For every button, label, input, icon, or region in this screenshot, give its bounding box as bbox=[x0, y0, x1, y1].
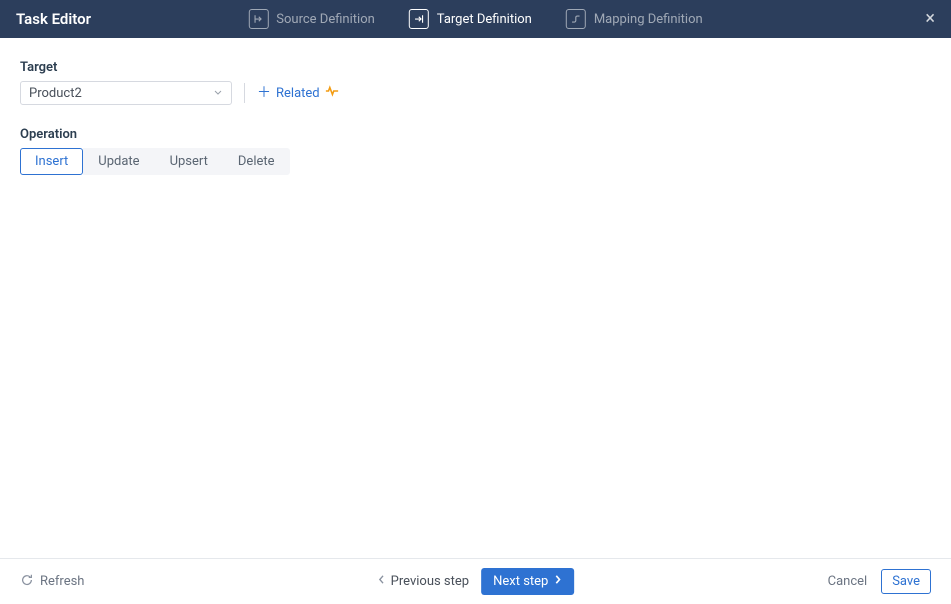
footer-center: Previous step Next step bbox=[377, 568, 575, 595]
previous-step-label: Previous step bbox=[391, 574, 469, 589]
target-icon bbox=[409, 9, 429, 29]
content-area: Target Product2 ＋ Related Operation Inse… bbox=[0, 38, 951, 197]
header-tabs: Source Definition Target Definition Mapp… bbox=[248, 9, 702, 29]
tab-target-definition[interactable]: Target Definition bbox=[409, 9, 532, 29]
next-step-button[interactable]: Next step bbox=[481, 568, 574, 595]
footer-bar: Refresh Previous step Next step Cancel S… bbox=[0, 558, 951, 604]
operation-upsert[interactable]: Upsert bbox=[155, 148, 223, 175]
mapping-icon bbox=[566, 9, 586, 29]
app-title: Task Editor bbox=[16, 10, 91, 28]
operation-delete[interactable]: Delete bbox=[223, 148, 290, 175]
divider bbox=[244, 83, 245, 103]
tab-label: Mapping Definition bbox=[594, 12, 703, 27]
source-icon bbox=[248, 9, 268, 29]
chevron-down-icon bbox=[213, 86, 223, 101]
tab-source-definition[interactable]: Source Definition bbox=[248, 9, 374, 29]
target-field-group: Target Product2 ＋ Related bbox=[20, 60, 931, 105]
footer-right: Cancel Save bbox=[828, 569, 931, 594]
operation-update[interactable]: Update bbox=[83, 148, 154, 175]
refresh-button[interactable]: Refresh bbox=[20, 573, 84, 591]
target-label: Target bbox=[20, 60, 931, 75]
next-step-label: Next step bbox=[493, 574, 548, 589]
previous-step-button[interactable]: Previous step bbox=[377, 574, 469, 589]
operation-label: Operation bbox=[20, 127, 931, 142]
close-button[interactable]: × bbox=[925, 10, 935, 28]
tab-mapping-definition[interactable]: Mapping Definition bbox=[566, 9, 703, 29]
chevron-right-icon bbox=[553, 574, 562, 589]
refresh-icon bbox=[20, 573, 34, 591]
operation-segmented: Insert Update Upsert Delete bbox=[20, 148, 931, 175]
pulse-icon bbox=[325, 85, 339, 101]
target-select[interactable]: Product2 bbox=[20, 81, 232, 105]
related-label: Related bbox=[276, 86, 320, 101]
tab-label: Source Definition bbox=[276, 12, 374, 27]
target-field-row: Product2 ＋ Related bbox=[20, 81, 931, 105]
operation-field-group: Operation Insert Update Upsert Delete bbox=[20, 127, 931, 175]
operation-insert[interactable]: Insert bbox=[20, 148, 83, 175]
related-button[interactable]: ＋ Related bbox=[257, 85, 339, 101]
cancel-button[interactable]: Cancel bbox=[828, 574, 868, 589]
plus-icon: ＋ bbox=[257, 86, 271, 100]
target-select-value: Product2 bbox=[29, 86, 82, 101]
save-button[interactable]: Save bbox=[881, 569, 931, 594]
chevron-left-icon bbox=[377, 574, 386, 589]
refresh-label: Refresh bbox=[40, 574, 84, 589]
tab-label: Target Definition bbox=[437, 12, 532, 27]
header-bar: Task Editor Source Definition Target Def… bbox=[0, 0, 951, 38]
close-icon: × bbox=[925, 8, 935, 29]
